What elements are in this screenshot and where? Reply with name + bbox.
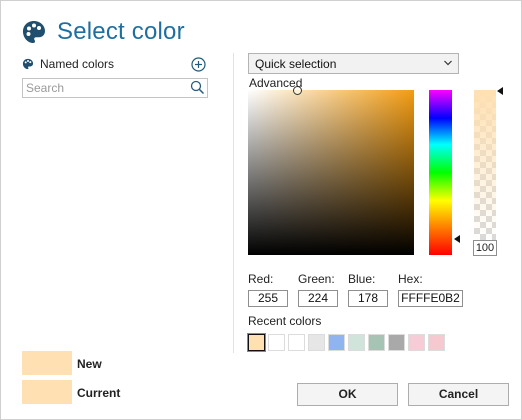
alpha-slider[interactable] xyxy=(474,90,496,240)
recent-color-swatch[interactable] xyxy=(308,334,325,351)
hex-label: Hex: xyxy=(398,272,423,286)
recent-color-swatch[interactable] xyxy=(268,334,285,351)
named-colors-label: Named colors xyxy=(40,57,115,71)
current-color-label: Current xyxy=(77,386,121,400)
palette-icon xyxy=(22,58,34,70)
ok-button[interactable]: OK xyxy=(297,383,398,406)
chevron-down-icon xyxy=(444,60,452,66)
recent-color-swatch[interactable] xyxy=(428,334,445,351)
alpha-value-field[interactable]: 100 xyxy=(473,240,497,256)
recent-color-swatch[interactable] xyxy=(388,334,405,351)
dialog-title: Select color xyxy=(57,18,185,45)
hex-input[interactable]: FFFFE0B2 xyxy=(398,290,463,307)
cancel-button[interactable]: Cancel xyxy=(408,383,509,406)
add-circle-icon[interactable] xyxy=(191,57,206,72)
search-input[interactable] xyxy=(26,80,186,95)
blue-input[interactable]: 178 xyxy=(348,290,388,307)
recent-color-swatch[interactable] xyxy=(408,334,425,351)
recent-colors-label: Recent colors xyxy=(248,314,322,328)
search-field[interactable] xyxy=(22,78,208,98)
recent-color-swatch[interactable] xyxy=(288,334,305,351)
new-color-preview xyxy=(22,351,72,375)
color-picker-dialog: Select color Named colors Quick selectio… xyxy=(0,0,522,420)
saturation-value-picker[interactable] xyxy=(248,90,414,255)
current-color-preview xyxy=(22,380,72,404)
search-icon[interactable] xyxy=(190,80,205,95)
green-input[interactable]: 224 xyxy=(298,290,338,307)
recent-color-swatch[interactable] xyxy=(247,333,266,352)
red-input[interactable]: 255 xyxy=(248,290,288,307)
red-label: Red: xyxy=(248,272,274,286)
hue-slider[interactable] xyxy=(429,90,452,255)
green-label: Green: xyxy=(298,272,335,286)
hue-slider-handle[interactable] xyxy=(454,235,460,243)
named-colors-header: Named colors xyxy=(22,57,114,71)
selection-mode-value: Quick selection xyxy=(255,57,337,71)
recent-color-swatch[interactable] xyxy=(368,334,385,351)
alpha-slider-handle[interactable] xyxy=(497,87,503,95)
new-color-label: New xyxy=(77,357,102,371)
palette-icon xyxy=(23,21,45,43)
dialog-header: Select color xyxy=(21,15,185,49)
color-picker-cursor[interactable] xyxy=(293,86,302,95)
recent-color-swatch[interactable] xyxy=(348,334,365,351)
blue-label: Blue: xyxy=(348,272,376,286)
panel-divider xyxy=(233,53,234,353)
recent-color-swatch[interactable] xyxy=(328,334,345,351)
selection-mode-dropdown[interactable]: Quick selection xyxy=(248,53,459,74)
